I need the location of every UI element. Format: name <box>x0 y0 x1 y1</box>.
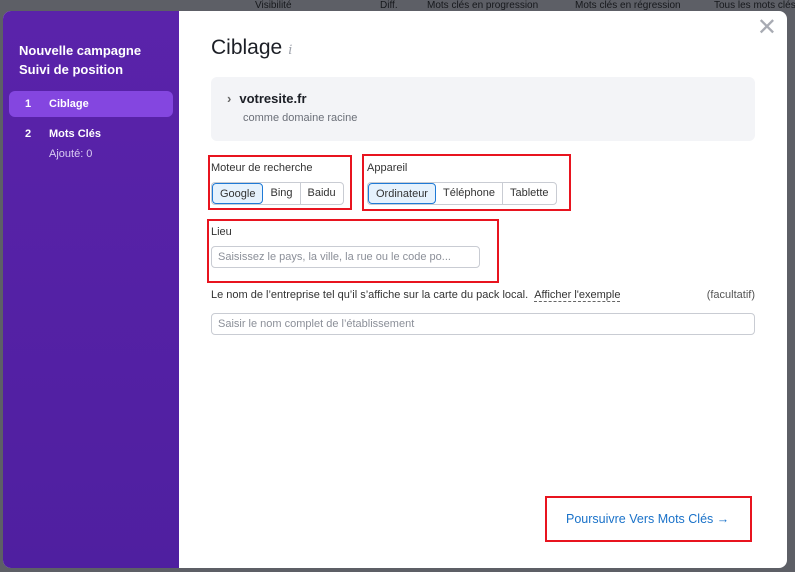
title-line: Nouvelle campagne <box>19 43 142 58</box>
bg-header: Diff. <box>380 0 398 11</box>
location-label: Lieu <box>211 226 232 238</box>
engine-baidu[interactable]: Baidu <box>301 183 343 204</box>
wizard-sidebar: Nouvelle campagne Suivi de position 1 Cib… <box>3 11 179 568</box>
domain-desc: comme domaine racine <box>243 112 358 124</box>
show-example-link[interactable]: Afficher l'exemple <box>534 289 621 302</box>
background-table-header: Visibilité Diff. Mots clés en progressio… <box>0 0 795 11</box>
step-sub: Ajouté: 0 <box>49 148 93 160</box>
engine-selector: Google Bing Baidu <box>211 182 344 205</box>
page-title: Ciblage i <box>211 36 292 60</box>
step-number: 1 <box>25 98 32 110</box>
device-phone[interactable]: Téléphone <box>436 183 503 204</box>
close-icon[interactable]: ✕ <box>757 16 777 40</box>
location-input[interactable]: Saisissez le pays, la ville, la rue ou l… <box>211 246 480 268</box>
device-group: Appareil Ordinateur Téléphone Tablette <box>367 162 557 205</box>
engine-google[interactable]: Google <box>212 183 264 204</box>
step-label: Ciblage <box>49 98 89 110</box>
title-line: Suivi de position <box>19 62 124 77</box>
title-text: Ciblage <box>211 36 283 59</box>
info-icon[interactable]: i <box>288 43 292 58</box>
device-selector: Ordinateur Téléphone Tablette <box>367 182 557 205</box>
step-number: 2 <box>25 128 32 140</box>
device-desktop[interactable]: Ordinateur <box>368 183 436 204</box>
device-label: Appareil <box>367 162 408 174</box>
step-ciblage[interactable]: 1 Ciblage <box>9 91 173 117</box>
continue-to-keywords-button[interactable]: Poursuivre Vers Mots Clés → <box>566 512 729 526</box>
main-panel: ✕ Ciblage i › votresite.fr comme domaine r… <box>179 11 787 568</box>
device-tablet[interactable]: Tablette <box>503 183 556 204</box>
business-group: Le nom de l’entreprise tel qu’il s’affic… <box>211 289 755 335</box>
engine-bing[interactable]: Bing <box>263 183 301 204</box>
sidebar-title: Nouvelle campagne Suivi de position <box>9 41 173 79</box>
business-label: Le nom de l’entreprise tel qu’il s’affic… <box>211 289 529 301</box>
bg-header: Mots clés en progression <box>427 0 539 11</box>
engine-group: Moteur de recherche Google Bing Baidu <box>211 162 344 205</box>
bg-header: Tous les mots clés <box>714 0 795 11</box>
location-group: Lieu Saisissez le pays, la ville, la rue… <box>211 226 480 268</box>
step-mots-cles[interactable]: 2 Mots Clés Ajouté: 0 <box>9 121 173 167</box>
chevron-right-icon[interactable]: › <box>227 91 231 106</box>
optional-label: (facultatif) <box>706 289 755 301</box>
domain-name: votresite.fr <box>239 91 307 106</box>
step-label: Mots Clés <box>49 128 101 140</box>
engine-label: Moteur de recherche <box>211 162 313 174</box>
business-name-input[interactable]: Saisir le nom complet de l’établissement <box>211 313 755 335</box>
bg-header: Mots clés en régression <box>575 0 681 11</box>
domain-card[interactable]: › votresite.fr comme domaine racine <box>211 77 755 141</box>
bg-header: Visibilité <box>255 0 292 11</box>
new-campaign-modal: Nouvelle campagne Suivi de position 1 Cib… <box>3 11 787 568</box>
